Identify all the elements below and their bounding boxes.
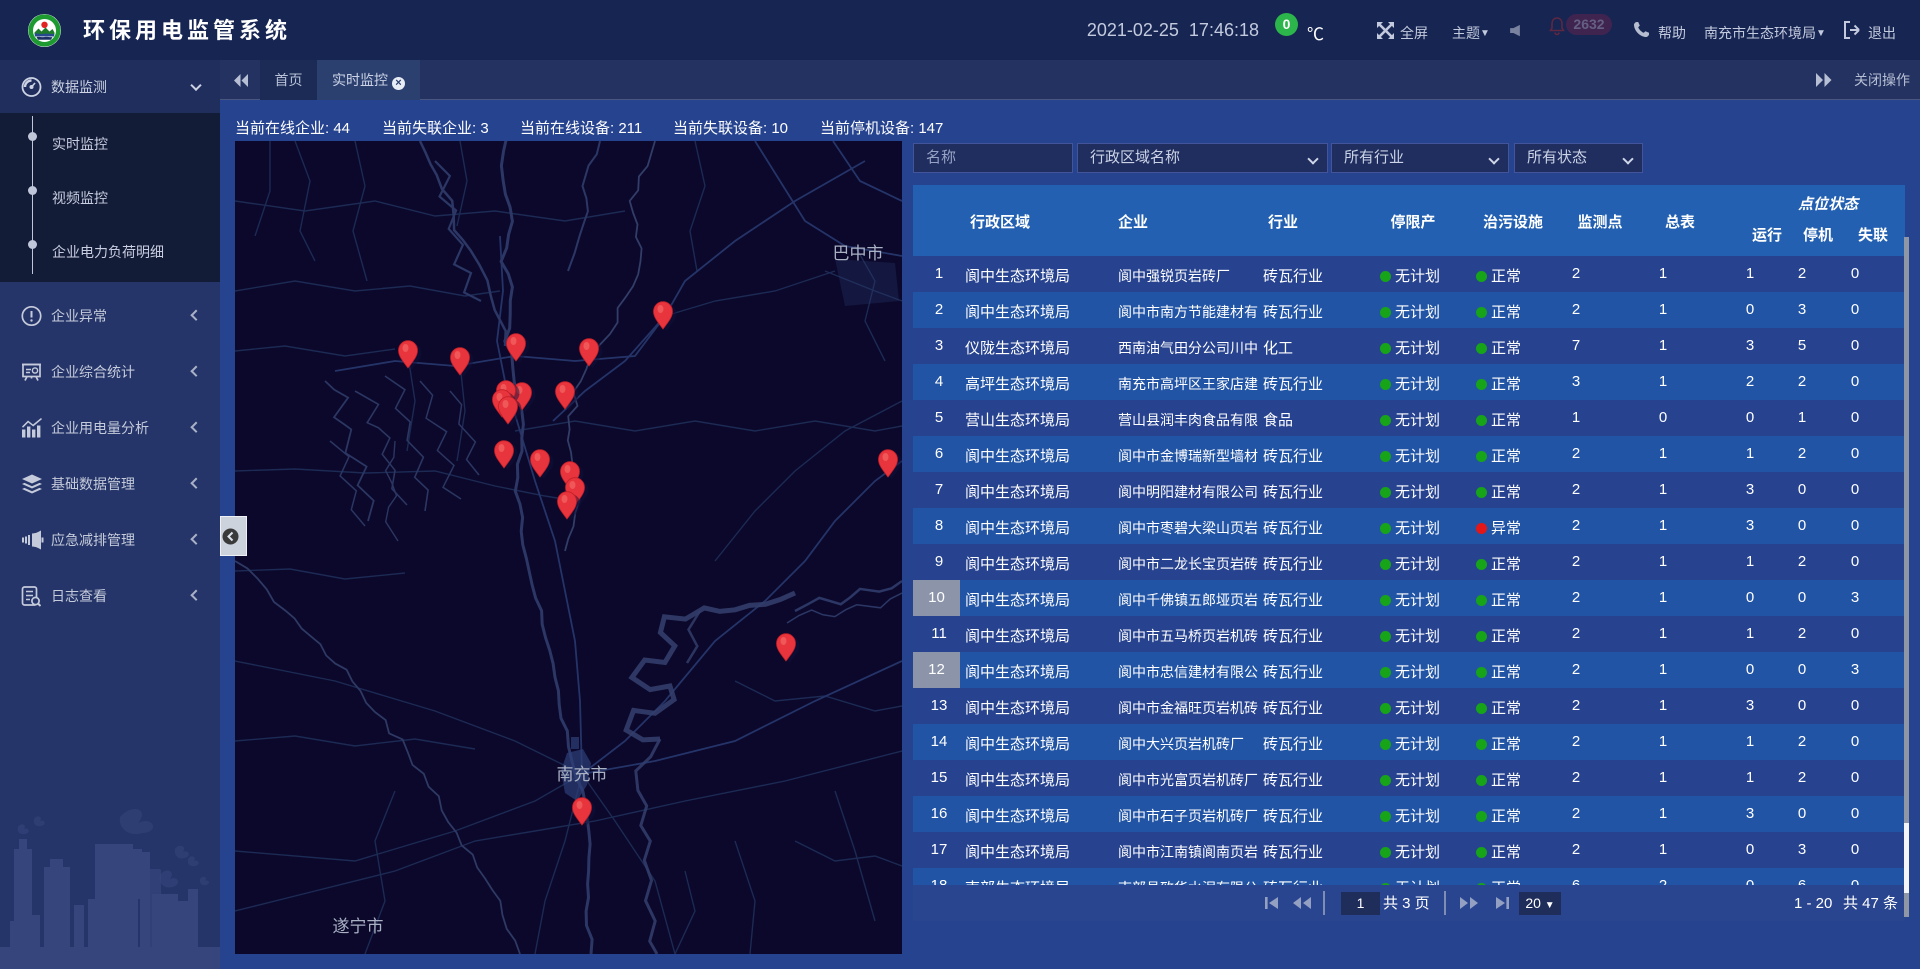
svg-text:巴中市: 巴中市 bbox=[833, 244, 884, 263]
svg-text:遂宁市: 遂宁市 bbox=[333, 917, 384, 936]
svg-text:南充市: 南充市 bbox=[557, 765, 608, 784]
